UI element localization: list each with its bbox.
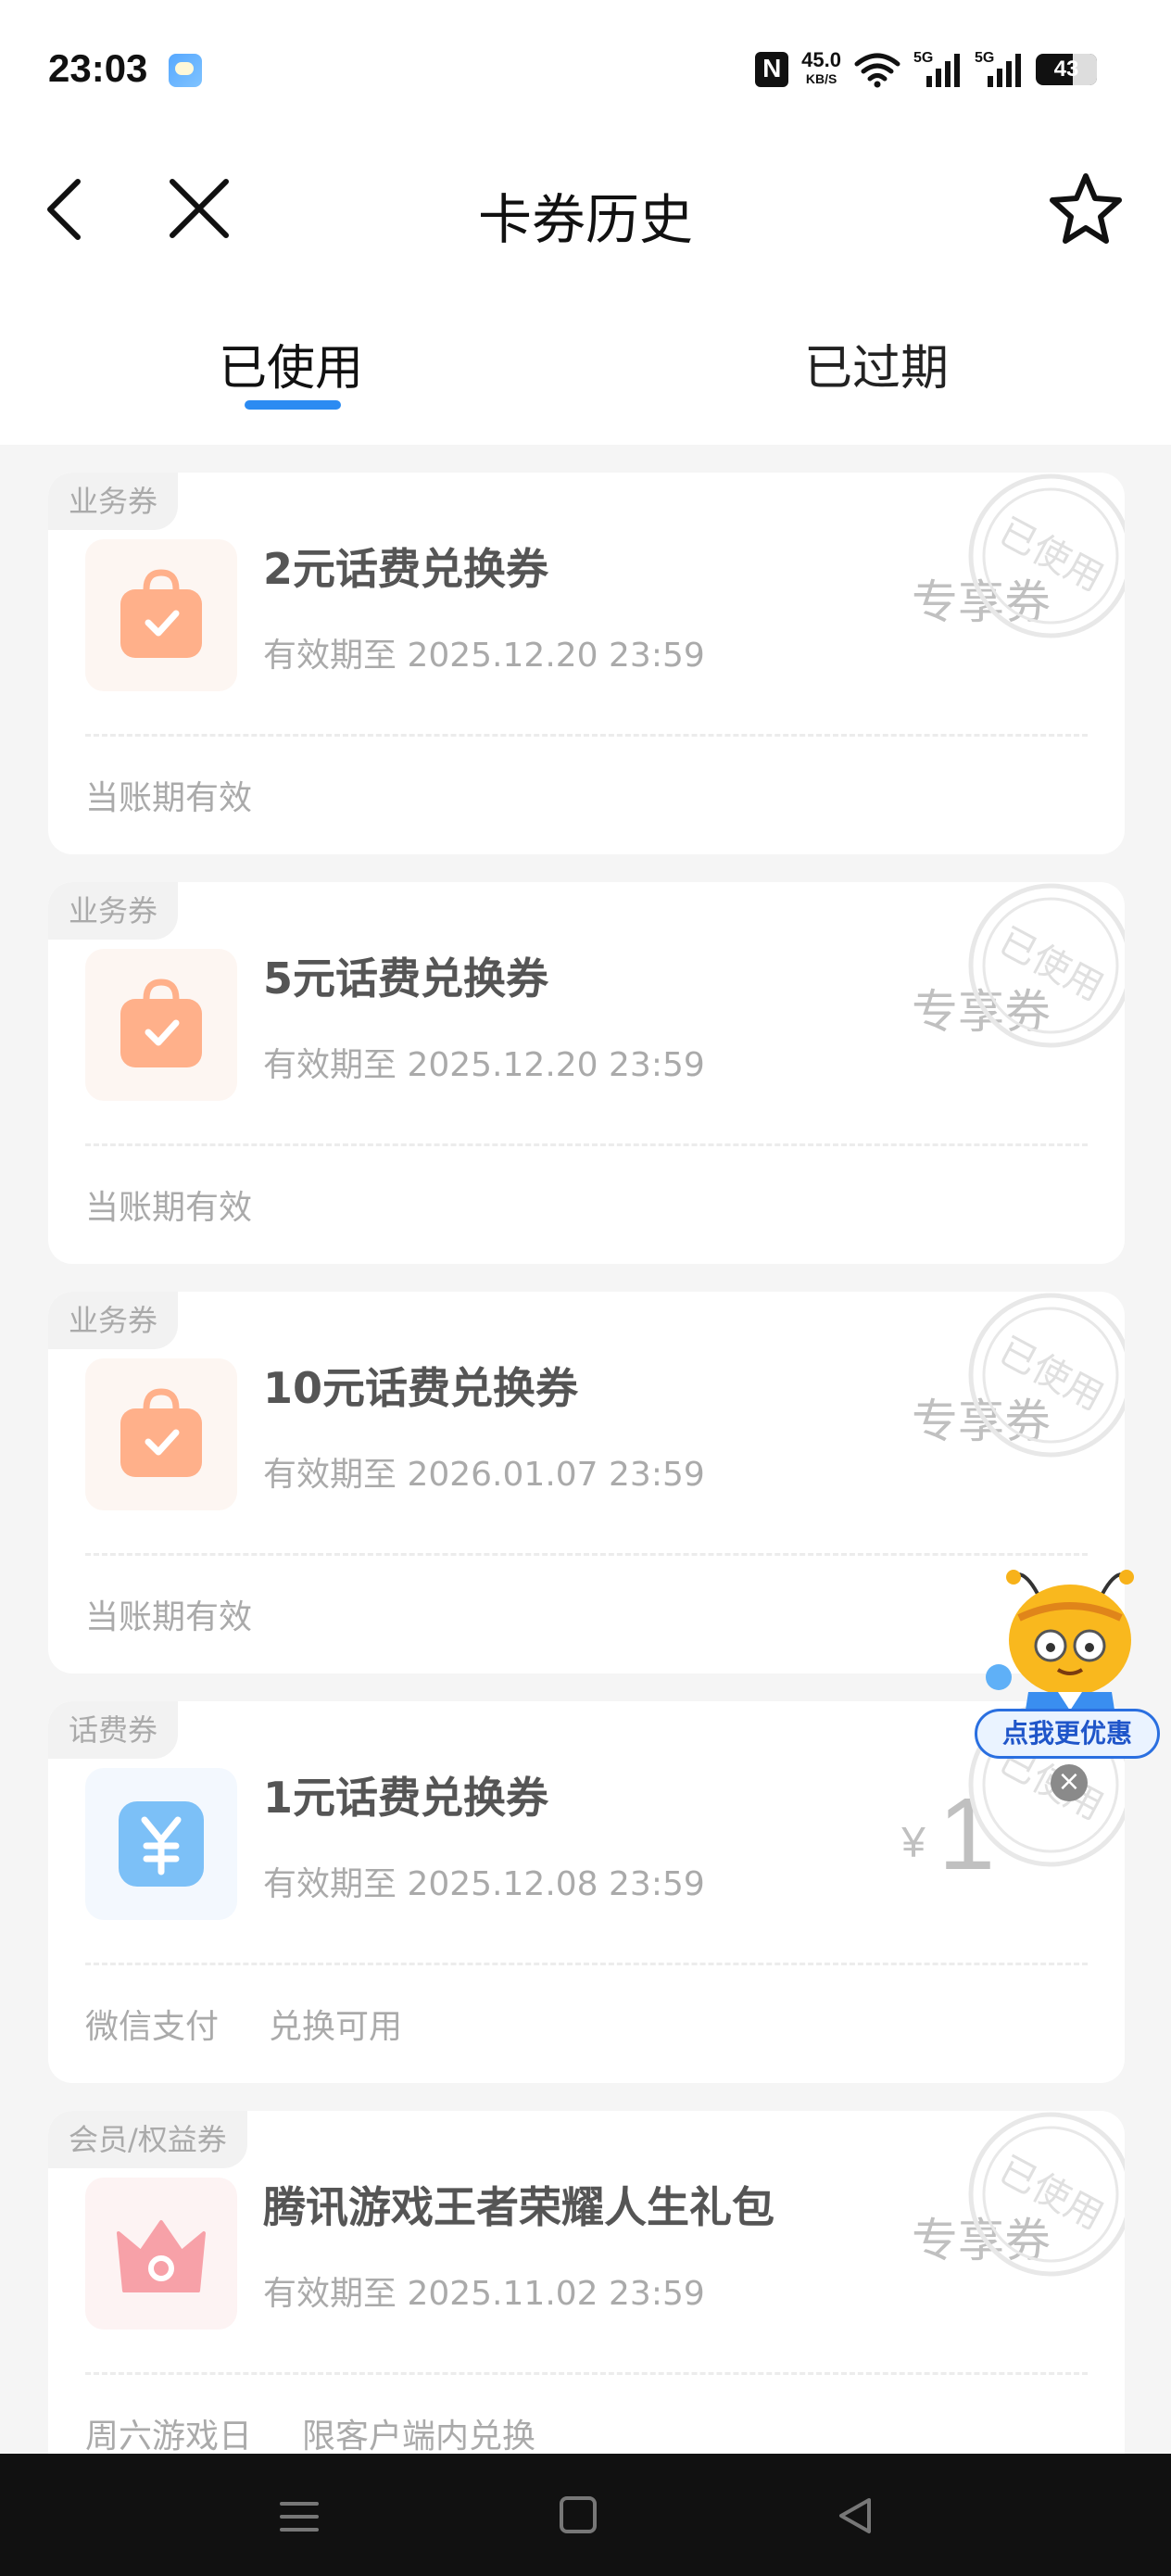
coupon-card[interactable]: 业务券 10元话费兑换券 有效期至 2026.01.07 23:59 专享券 已… xyxy=(48,1292,1125,1673)
coupon-tag: 业务券 xyxy=(48,882,179,940)
coupon-footer: 周六游戏日 限客户端内兑换 xyxy=(85,2409,535,2457)
network-speed-value: 45.0 xyxy=(801,48,841,71)
star-icon[interactable] xyxy=(1049,170,1123,245)
tab-expired[interactable]: 已过期 xyxy=(804,329,949,398)
coupon-note: 限客户端内兑换 xyxy=(302,2418,536,2456)
coupon-icon-box xyxy=(85,949,237,1101)
coupon-name: 10元话费兑换券 xyxy=(263,1363,579,1413)
title-bar: 卡券历史 xyxy=(0,139,1171,278)
coupon-note: 微信支付 xyxy=(85,2008,220,2046)
coupon-footer: 当账期有效 xyxy=(85,1590,252,1638)
home-icon[interactable] xyxy=(560,2496,597,2533)
shopping-bag-icon xyxy=(120,979,202,1067)
nav-back-icon[interactable] xyxy=(834,2494,876,2537)
status-time: 23:03 xyxy=(48,46,148,90)
coupon-icon-box xyxy=(85,2178,237,2330)
coupon-card[interactable]: 会员/权益券 腾讯游戏王者荣耀人生礼包 有效期至 2025.11.02 23:5… xyxy=(48,2111,1125,2493)
close-icon[interactable]: × xyxy=(1051,1764,1088,1801)
coupon-divider xyxy=(85,734,1088,737)
coupon-name: 1元话费兑换券 xyxy=(263,1773,549,1823)
coupon-note: 当账期有效 xyxy=(85,779,253,817)
tab-active-indicator xyxy=(245,400,341,410)
stamp-text: 已使用 xyxy=(992,1330,1111,1420)
promo-button[interactable]: 点我更优惠 xyxy=(975,1709,1160,1759)
tab-used[interactable]: 已使用 xyxy=(219,329,363,398)
coupon-footer: 当账期有效 xyxy=(85,1181,252,1229)
coupon-card[interactable]: 业务券 2元话费兑换券 有效期至 2025.12.20 23:59 专享券 已使… xyxy=(48,473,1125,854)
coupon-divider xyxy=(85,2372,1088,2375)
coupon-divider xyxy=(85,1963,1088,1965)
used-stamp-icon: 已使用 xyxy=(968,883,1125,1048)
shopping-bag-icon xyxy=(120,1388,202,1477)
coupon-note: 周六游戏日 xyxy=(85,2418,253,2456)
system-nav-bar xyxy=(0,2454,1171,2576)
coupon-icon-box xyxy=(85,539,237,691)
stamp-text: 已使用 xyxy=(992,2149,1111,2239)
wifi-icon xyxy=(854,53,900,88)
menu-icon[interactable] xyxy=(278,2498,321,2535)
coupon-card[interactable]: 业务券 5元话费兑换券 有效期至 2025.12.20 23:59 专享券 已使… xyxy=(48,882,1125,1264)
coupon-expiry: 有效期至 2025.12.20 23:59 xyxy=(263,637,705,675)
network-speed-unit: KB/S xyxy=(805,71,837,86)
currency-symbol: ¥ xyxy=(901,1817,925,1866)
coupon-footer: 微信支付 兑换可用 xyxy=(85,2000,402,2048)
battery-icon: 43 xyxy=(1036,54,1097,85)
coupon-name: 腾讯游戏王者荣耀人生礼包 xyxy=(263,2182,774,2232)
used-stamp-icon: 已使用 xyxy=(968,1293,1125,1458)
coupon-note: 当账期有效 xyxy=(85,1598,253,1636)
stamp-text: 已使用 xyxy=(992,511,1111,600)
used-stamp-icon: 已使用 xyxy=(968,474,1125,638)
coupon-divider xyxy=(85,1143,1088,1146)
network-speed: 45.0 KB/S xyxy=(801,48,841,88)
coupon-expiry: 有效期至 2026.01.07 23:59 xyxy=(263,1456,705,1494)
status-indicators: 45.0 KB/S 5G 5G 43 xyxy=(755,46,1097,93)
coupon-expiry: 有效期至 2025.11.02 23:59 xyxy=(263,2275,705,2313)
signal-icon: 5G xyxy=(913,50,962,89)
coupon-name: 5元话费兑换券 xyxy=(263,953,549,1004)
coupon-icon-box xyxy=(85,1358,237,1510)
coupon-note: 当账期有效 xyxy=(85,1189,253,1227)
coupon-note: 兑换可用 xyxy=(269,2008,403,2046)
signal-icon: 5G xyxy=(975,50,1023,89)
battery-level: 43 xyxy=(1053,57,1079,82)
shopping-bag-icon xyxy=(120,569,202,658)
nfc-icon xyxy=(755,52,789,87)
weather-icon xyxy=(169,54,202,87)
signal-label: 5G xyxy=(913,50,934,66)
signal-label: 5G xyxy=(975,50,995,66)
coupon-tag: 业务券 xyxy=(48,1292,179,1349)
used-stamp-icon: 已使用 xyxy=(968,2112,1125,2277)
coupon-card[interactable]: 话费券 1元话费兑换券 有效期至 2025.12.08 23:59 ¥1 已使用… xyxy=(48,1701,1125,2083)
crown-icon xyxy=(117,2220,206,2292)
coupon-expiry: 有效期至 2025.12.08 23:59 xyxy=(263,1865,705,1903)
coupon-expiry: 有效期至 2025.12.20 23:59 xyxy=(263,1046,705,1084)
coupon-tag: 会员/权益券 xyxy=(48,2111,247,2168)
coupon-tag: 话费券 xyxy=(48,1701,179,1759)
stamp-text: 已使用 xyxy=(992,920,1111,1010)
tab-bar: 已使用 已过期 xyxy=(0,278,1171,445)
coupon-footer: 当账期有效 xyxy=(85,771,252,819)
coupon-divider xyxy=(85,1553,1088,1556)
yuan-coin-icon xyxy=(119,1801,204,1887)
coupon-tag: 业务券 xyxy=(48,473,179,530)
status-bar: 23:03 45.0 KB/S 5G 5G xyxy=(0,0,1171,139)
coupon-icon-box xyxy=(85,1768,237,1920)
coupon-name: 2元话费兑换券 xyxy=(263,544,549,594)
page-title: 卡券历史 xyxy=(477,188,693,251)
